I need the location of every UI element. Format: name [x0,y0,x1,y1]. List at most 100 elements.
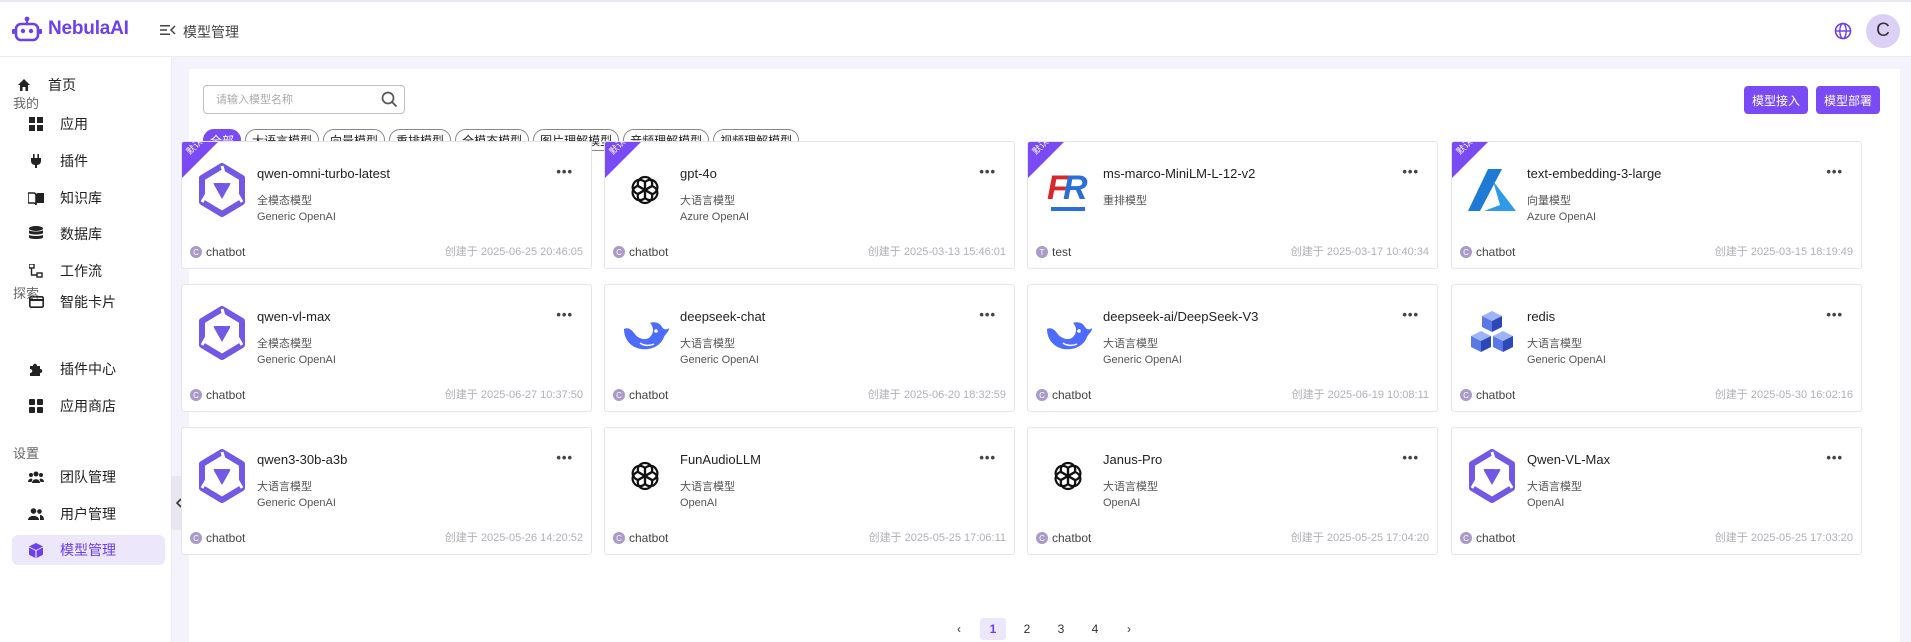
created-prefix: 创建于 [868,532,902,544]
model-name: qwen-omni-turbo-latest [257,166,390,181]
qwen-icon [194,305,250,361]
app-name: NebulaAI [48,18,129,39]
model-deploy-button[interactable]: 模型部署 [1816,86,1881,114]
team-icon [28,469,44,485]
sidebar-item-plugins[interactable]: 插件 [12,146,165,176]
created-value: 2025-06-19 10:08:11 [1327,389,1429,401]
model-owner: Cchatbot [190,245,245,259]
model-connect-button[interactable]: 模型接入 [1744,86,1809,114]
pagination: ‹ 1 2 3 4 › [946,618,1150,640]
more-options-icon[interactable]: ••• [1826,307,1843,322]
more-options-icon[interactable]: ••• [979,307,996,322]
more-options-icon[interactable]: ••• [556,450,573,465]
model-provider: Generic OpenAI [680,354,759,366]
model-name: qwen-vl-max [257,309,331,324]
prev-page-button[interactable]: ‹ [946,618,972,640]
azure-icon [1464,162,1520,218]
search-input[interactable] [204,86,374,113]
page-4-button[interactable]: 4 [1082,618,1108,640]
sidebar-item-label: 智能卡片 [60,294,116,310]
svg-text:R: R [1063,169,1088,207]
model-provider: OpenAI [1527,497,1565,509]
page-3-button[interactable]: 3 [1048,618,1074,640]
page-2-button[interactable]: 2 [1014,618,1040,640]
model-card[interactable]: Janus-Pro 大语言模型 OpenAI ••• Cchatbot 创建于 2025-… [1027,427,1438,555]
more-options-icon[interactable]: ••• [1826,164,1843,179]
search-icon[interactable] [381,91,398,108]
model-provider: Generic OpenAI [1527,354,1606,366]
model-card[interactable]: qwen3-30b-a3b 大语言模型 Generic OpenAI ••• Cchat… [181,427,592,555]
model-owner: Cchatbot [1460,245,1515,259]
more-options-icon[interactable]: ••• [979,164,996,179]
model-type: 大语言模型 [1103,481,1158,493]
sidebar-item-apps[interactable]: 应用 [12,109,165,139]
model-card[interactable]: deepseek-chat 大语言模型 Generic OpenAI ••• Cchat… [604,284,1015,412]
model-card[interactable]: deepseek-ai/DeepSeek-V3 大语言模型 Generic Open… [1027,284,1438,412]
more-options-icon[interactable]: ••• [979,450,996,465]
created-prefix: 创建于 [444,246,478,258]
model-type: 全模态模型 [257,338,312,350]
logo[interactable]: NebulaAI [12,16,129,42]
sidebar-item-app-store[interactable]: 应用商店 [12,391,165,421]
sidebar-item-label: 知识库 [60,190,102,206]
sidebar-item-team[interactable]: 团队管理 [12,462,165,492]
puzzle-icon [28,361,44,377]
more-options-icon[interactable]: ••• [556,307,573,322]
sidebar-item-database[interactable]: 数据库 [12,219,165,249]
model-provider: Azure OpenAI [680,211,750,223]
sidebar-item-model-management[interactable]: 模型管理 [12,535,165,565]
deepseek-icon [1040,305,1096,361]
model-name: qwen3-30b-a3b [257,452,348,467]
flashrank-icon: FR [1040,162,1096,218]
home-icon [16,77,32,93]
more-options-icon[interactable]: ••• [556,164,573,179]
model-owner: Cchatbot [613,531,668,545]
model-provider: Generic OpenAI [257,354,336,366]
sidebar-item-workflow[interactable]: 工作流 [12,256,165,286]
sidebar-item-knowledge[interactable]: 知识库 [12,183,165,213]
sidebar-item-plugin-center[interactable]: 插件中心 [12,354,165,384]
model-provider: Generic OpenAI [257,497,336,509]
created-date: 创建于 2025-06-25 20:46:05 [445,243,583,259]
menu-collapse-icon[interactable] [160,24,176,36]
user-avatar[interactable]: C [1866,14,1900,48]
model-card[interactable]: qwen-vl-max 全模态模型 Generic OpenAI ••• Cchatbo… [181,284,592,412]
created-date: 创建于 2025-06-20 18:32:59 [868,386,1006,402]
model-provider: Generic OpenAI [1103,354,1182,366]
page-title: 模型管理 [183,24,239,40]
owner-name: chatbot [1052,388,1092,402]
owner-name: chatbot [629,388,669,402]
sidebar-item-label: 应用商店 [60,398,116,414]
created-date: 创建于 2025-05-25 17:04:20 [1291,529,1429,545]
created-prefix: 创建于 [444,532,478,544]
created-value: 2025-05-25 17:06:11 [904,532,1006,544]
model-card[interactable]: 默认 gpt-4o 大语言模型 Azure OpenAI ••• Cchatbot 创建于 … [604,141,1015,269]
sidebar-item-label: 插件中心 [60,361,116,377]
more-options-icon[interactable]: ••• [1402,164,1419,179]
more-options-icon[interactable]: ••• [1826,450,1843,465]
model-type: 向量模型 [1527,195,1571,207]
sidebar-item-users[interactable]: 用户管理 [12,499,165,529]
model-card[interactable]: 默认 F Rms-marco-MiniLM-L-12-v2 重排模型 ••• Ttest 创… [1027,141,1438,269]
model-card[interactable]: redis 大语言模型 Generic OpenAI ••• Cchatbot 创建于 2… [1451,284,1862,412]
owner-avatar: C [1460,532,1472,544]
page-1-button[interactable]: 1 [980,618,1006,640]
model-card[interactable]: Qwen-VL-Max 大语言模型 OpenAI ••• Cchatbot 创建于 202… [1451,427,1862,555]
owner-name: chatbot [1476,388,1516,402]
store-icon [28,398,44,414]
created-prefix: 创建于 [1714,532,1748,544]
more-options-icon[interactable]: ••• [1402,307,1419,322]
model-card[interactable]: FunAudioLLM 大语言模型 OpenAI ••• Cchatbot 创建于 202… [604,427,1015,555]
model-name: redis [1527,309,1556,324]
model-card[interactable]: 默认 text-embedding-3-large 向量模型 Azure OpenAI… [1451,141,1862,269]
sidebar-item-label: 应用 [60,116,88,132]
more-options-icon[interactable]: ••• [1402,450,1419,465]
next-page-button[interactable]: › [1116,618,1142,640]
model-provider: OpenAI [680,497,718,509]
sidebar-item-label: 模型管理 [60,542,116,558]
model-card[interactable]: 默认 qwen-omni-turbo-latest 全模态模型 Generic Ope… [181,141,592,269]
users-icon [28,506,44,522]
created-prefix: 创建于 [867,246,901,258]
language-globe-icon[interactable] [1834,22,1852,40]
model-name: text-embedding-3-large [1527,166,1662,181]
